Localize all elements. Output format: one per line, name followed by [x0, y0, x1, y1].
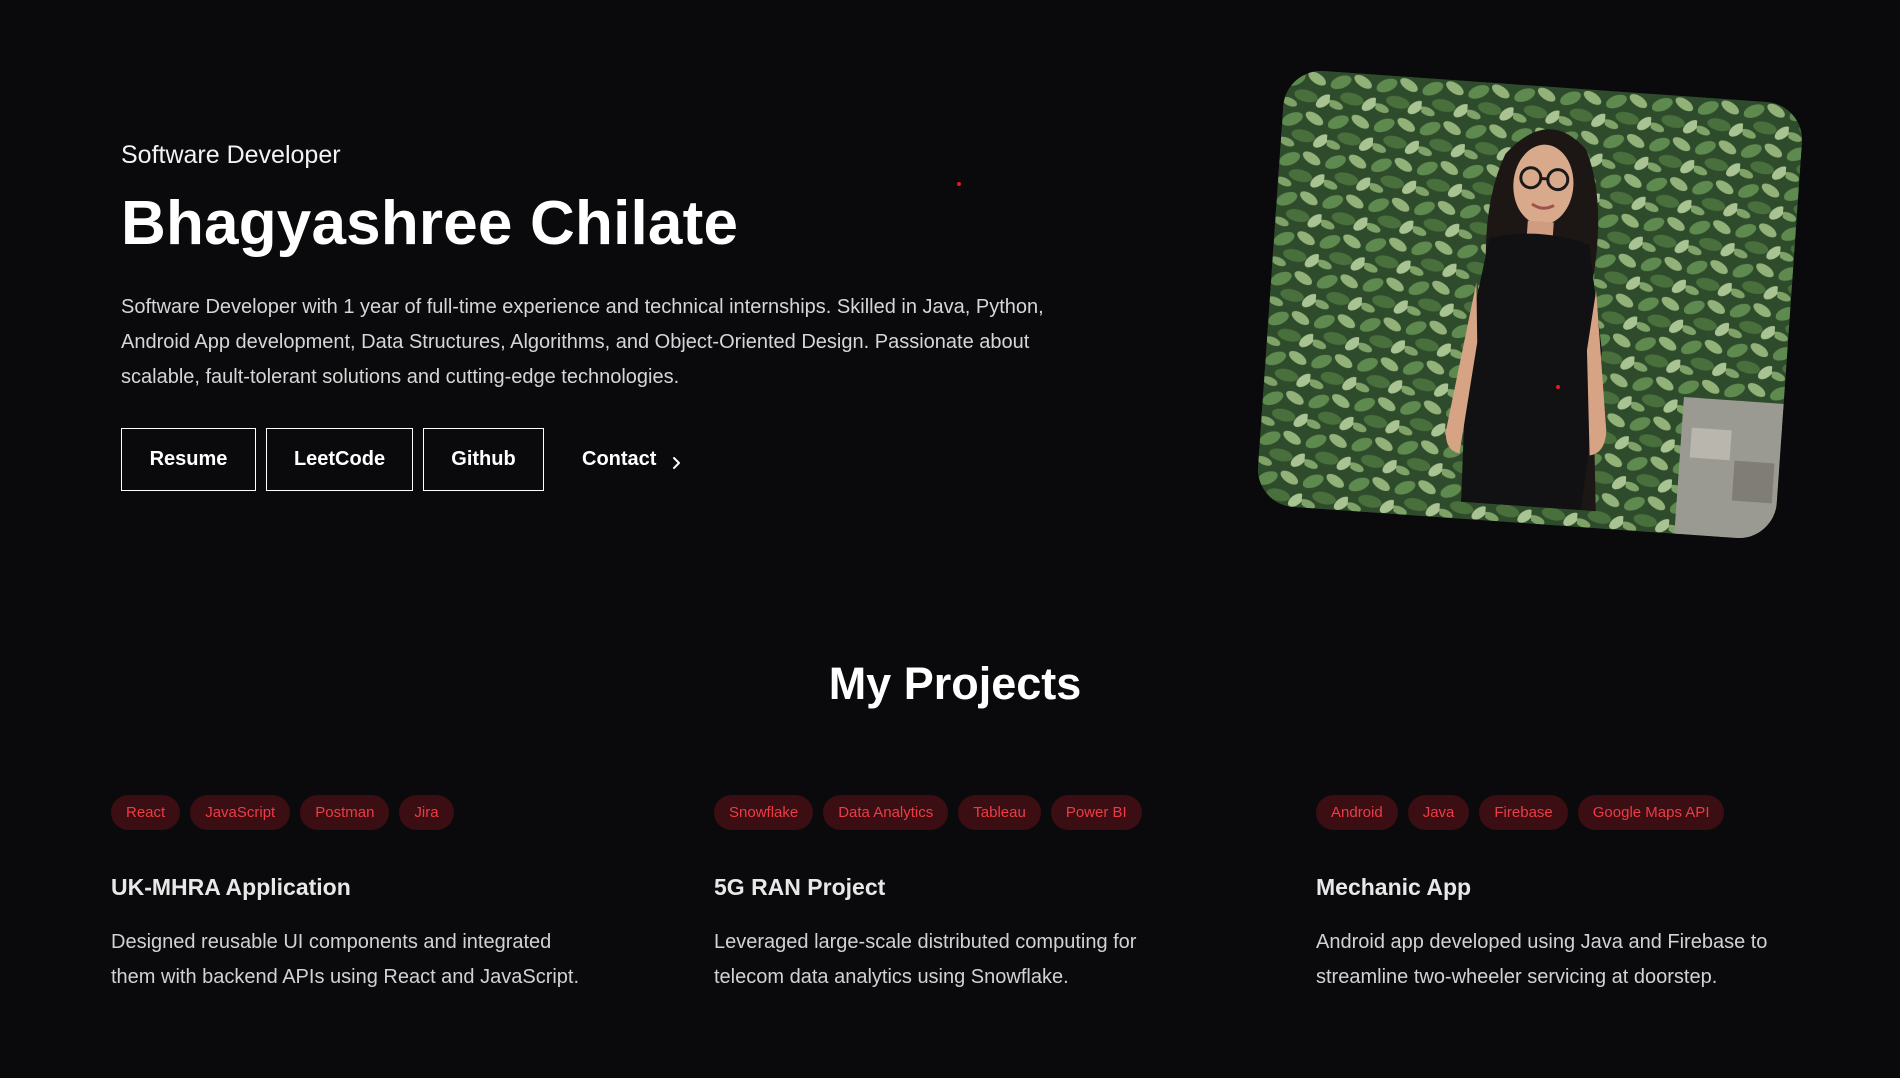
contact-label: Contact: [582, 448, 657, 470]
project-card[interactable]: Snowflake Data Analytics Tableau Power B…: [714, 795, 1254, 995]
project-description: Android app developed using Java and Fir…: [1316, 931, 1768, 988]
leetcode-button[interactable]: LeetCode: [266, 428, 413, 491]
profile-photo: [1255, 68, 1805, 541]
resume-button[interactable]: Resume: [121, 428, 256, 491]
hero-section: Software Developer Bhagyashree Chilate S…: [121, 136, 1121, 491]
hero-subtitle: Software Developer: [121, 141, 341, 169]
profile-photo-image: [1255, 68, 1805, 541]
project-title: Mechanic App: [1316, 874, 1472, 900]
project-tags: React JavaScript Postman Jira: [111, 795, 651, 830]
github-button[interactable]: Github: [423, 428, 544, 491]
tag: Postman: [300, 795, 390, 830]
tag: Tableau: [958, 795, 1041, 830]
project-title: 5G RAN Project: [714, 874, 886, 900]
cursor-dot-photo: [1556, 385, 1560, 389]
hero-summary: Software Developer with 1 year of full-t…: [121, 296, 1044, 388]
tag: Android: [1316, 795, 1398, 830]
tag: JavaScript: [190, 795, 291, 830]
contact-link[interactable]: Contact: [582, 448, 684, 471]
project-description: Leveraged large-scale distributed comput…: [714, 931, 1137, 988]
tag: Snowflake: [714, 795, 814, 830]
portfolio-page: Software Developer Bhagyashree Chilate S…: [0, 0, 1900, 1078]
tag: Power BI: [1050, 795, 1142, 830]
chevron-right-icon: [670, 453, 684, 469]
tag: Jira: [399, 795, 454, 830]
project-card[interactable]: React JavaScript Postman Jira UK-MHRA Ap…: [111, 795, 651, 995]
project-title: UK-MHRA Application: [111, 874, 351, 900]
projects-title: My Projects: [828, 658, 1082, 709]
project-tags: Snowflake Data Analytics Tableau Power B…: [714, 795, 1254, 830]
project-tags: Android Java Firebase Google Maps API: [1316, 795, 1856, 830]
project-card[interactable]: Android Java Firebase Google Maps API Me…: [1316, 795, 1856, 995]
tag: Java: [1407, 795, 1470, 830]
tag: React: [111, 795, 181, 830]
tag: Data Analytics: [823, 795, 949, 830]
tag: Google Maps API: [1577, 795, 1725, 830]
hero-actions: Resume LeetCode Github Contact: [121, 428, 1121, 491]
project-description: Designed reusable UI components and inte…: [111, 931, 580, 988]
tag: Firebase: [1479, 795, 1568, 830]
hero-name: Bhagyashree Chilate: [121, 189, 739, 258]
